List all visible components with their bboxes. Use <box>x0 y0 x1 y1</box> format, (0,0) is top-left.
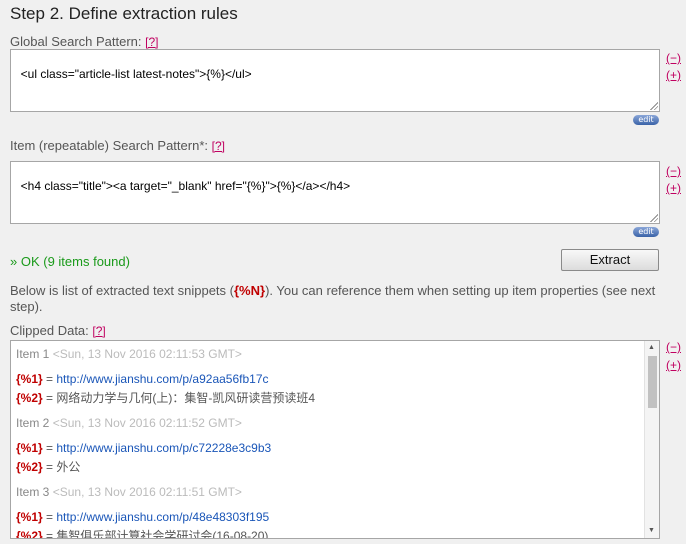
item-name: Item 2 <box>16 416 50 430</box>
value-key: {%2} <box>16 529 43 539</box>
clipped-data-expand[interactable]: (+) <box>666 358 681 372</box>
list-item-header: Item 2 <Sun, 13 Nov 2016 02:11:52 GMT> <box>16 416 242 430</box>
value-key: {%1} <box>16 510 43 524</box>
item-pattern-label-text: Item (repeatable) Search Pattern*: <box>10 138 208 153</box>
equals-sign: = <box>42 441 57 455</box>
equals-sign: = <box>42 372 57 386</box>
list-item-value-2: {%2} = 网络动力学与几何(上)：集智-凯风研读营预读班4 <box>16 389 315 406</box>
value-link[interactable]: http://www.jianshu.com/p/a92aa56fb17c <box>56 372 268 386</box>
clipped-data-collapse[interactable]: (−) <box>666 340 681 354</box>
description-before: Below is list of extracted text snippets… <box>10 283 234 298</box>
value-key: {%2} <box>16 460 43 474</box>
list-item-header: Item 1 <Sun, 13 Nov 2016 02:11:53 GMT> <box>16 347 242 361</box>
scroll-down-arrow-icon[interactable]: ▼ <box>648 527 655 535</box>
global-pattern-collapse[interactable]: (−) <box>666 51 681 65</box>
value-key: {%1} <box>16 372 43 386</box>
value-text: 集智俱乐部计算社会学研讨会(16-08-20) <box>56 529 269 539</box>
clipped-data-help-link[interactable]: [?] <box>92 324 105 338</box>
item-pattern-expand[interactable]: (+) <box>666 181 681 195</box>
item-pattern-label: Item (repeatable) Search Pattern*: [?] <box>10 138 225 153</box>
scroll-up-arrow-icon[interactable]: ▲ <box>648 344 655 352</box>
description-var: {%N} <box>233 283 266 298</box>
global-pattern-label: Global Search Pattern: [?] <box>10 34 159 49</box>
item-name: Item 3 <box>16 485 50 499</box>
list-item-header: Item 3 <Sun, 13 Nov 2016 02:11:51 GMT> <box>16 485 242 499</box>
item-pattern-collapse[interactable]: (−) <box>666 164 681 178</box>
global-pattern-help-link[interactable]: [?] <box>145 35 158 49</box>
equals-sign: = <box>42 391 57 405</box>
value-key: {%1} <box>16 441 43 455</box>
extract-button[interactable]: Extract <box>561 249 659 271</box>
scroll-thumb[interactable] <box>648 356 657 408</box>
status-ok-text: » OK (9 items found) <box>10 254 130 269</box>
equals-sign: = <box>42 529 57 539</box>
global-pattern-expand[interactable]: (+) <box>666 68 681 82</box>
list-item-value-1: {%1} = http://www.jianshu.com/p/c72228e3… <box>16 441 271 455</box>
item-pattern-edit-button[interactable]: edit <box>633 227 659 237</box>
list-item-value-1: {%1} = http://www.jianshu.com/p/a92aa56f… <box>16 372 269 386</box>
item-date: <Sun, 13 Nov 2016 02:11:51 GMT> <box>52 485 242 499</box>
clipped-data-label-text: Clipped Data: <box>10 323 89 338</box>
value-key: {%2} <box>16 391 43 405</box>
item-pattern-help-link[interactable]: [?] <box>212 139 225 153</box>
item-date: <Sun, 13 Nov 2016 02:11:53 GMT> <box>52 347 242 361</box>
item-pattern-value: <h4 class="title"><a target="_blank" hre… <box>20 179 351 193</box>
global-pattern-edit-button[interactable]: edit <box>633 115 659 125</box>
extraction-description: Below is list of extracted text snippets… <box>10 283 670 315</box>
value-link[interactable]: http://www.jianshu.com/p/48e48303f195 <box>56 510 269 524</box>
value-link[interactable]: http://www.jianshu.com/p/c72228e3c9b3 <box>56 441 271 455</box>
list-item-value-2: {%2} = 集智俱乐部计算社会学研讨会(16-08-20) <box>16 527 269 539</box>
clipped-data-list[interactable]: Item 1 <Sun, 13 Nov 2016 02:11:53 GMT> {… <box>10 340 660 539</box>
item-pattern-textarea[interactable]: <h4 class="title"><a target="_blank" hre… <box>10 161 660 224</box>
item-date: <Sun, 13 Nov 2016 02:11:52 GMT> <box>52 416 242 430</box>
list-item-value-2: {%2} = 外公 <box>16 458 80 475</box>
equals-sign: = <box>42 510 57 524</box>
resize-grip-icon[interactable] <box>649 101 658 110</box>
global-pattern-textarea[interactable]: <ul class="article-list latest-notes">{%… <box>10 49 660 112</box>
value-text: 网络动力学与几何(上)：集智-凯风研读营预读班4 <box>56 391 316 405</box>
clipped-data-scrollbar[interactable]: ▲ ▼ <box>644 341 659 538</box>
global-pattern-label-text: Global Search Pattern: <box>10 34 142 49</box>
page-title: Step 2. Define extraction rules <box>10 4 238 23</box>
value-text: 外公 <box>56 460 81 474</box>
resize-grip-icon[interactable] <box>649 213 658 222</box>
global-pattern-value: <ul class="article-list latest-notes">{%… <box>20 67 252 81</box>
equals-sign: = <box>42 460 57 474</box>
clipped-data-label: Clipped Data: [?] <box>10 323 106 338</box>
item-name: Item 1 <box>16 347 50 361</box>
list-item-value-1: {%1} = http://www.jianshu.com/p/48e48303… <box>16 510 269 524</box>
